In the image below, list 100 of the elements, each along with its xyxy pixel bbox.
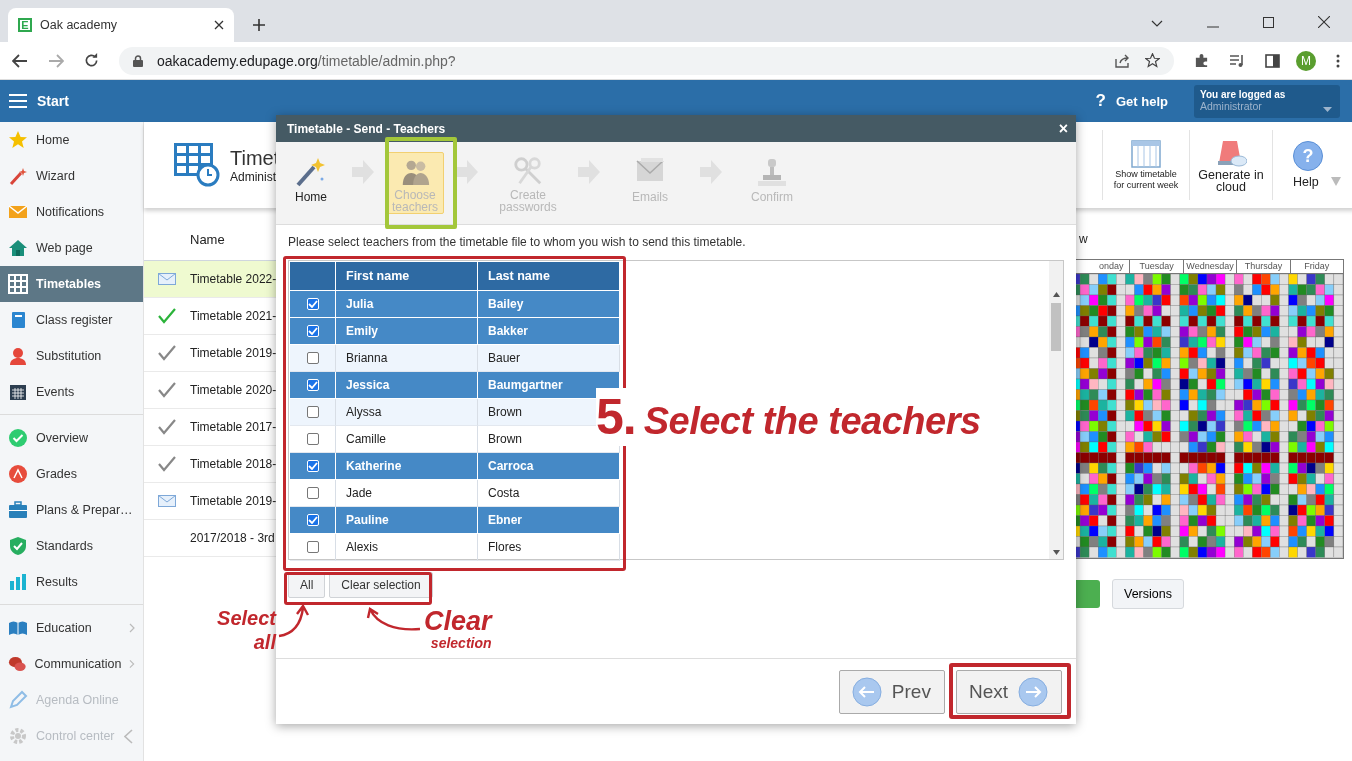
checkbox[interactable]: [306, 433, 319, 445]
toolbar-button[interactable]: Show timetable for current week: [1102, 130, 1189, 200]
table-cell: Bauer: [478, 345, 620, 372]
scroll-up-icon[interactable]: [1052, 292, 1060, 297]
start-label[interactable]: Start: [37, 93, 69, 109]
day-header: Thursday: [1236, 260, 1290, 273]
close-icon[interactable]: [214, 20, 224, 30]
sidebar-item[interactable]: Events: [0, 374, 143, 410]
side-panel-icon[interactable]: [1265, 53, 1280, 68]
help-glyph[interactable]: ?: [1095, 91, 1106, 111]
get-help-link[interactable]: Get help: [1116, 93, 1168, 109]
next-button[interactable]: Next: [955, 669, 1062, 714]
sidebar-item[interactable]: Home: [0, 122, 143, 158]
grades-icon: [8, 464, 28, 484]
timetable-clock-icon: [174, 143, 220, 187]
close-icon[interactable]: [1318, 16, 1330, 28]
browser-tab[interactable]: E Oak academy: [8, 8, 234, 42]
sidebar-item[interactable]: Substitution: [0, 338, 143, 374]
plus-icon[interactable]: [252, 18, 266, 32]
chevron-down-icon[interactable]: [1151, 20, 1163, 28]
tab-title: Oak academy: [40, 18, 119, 32]
sidebar-item[interactable]: Class register: [0, 302, 143, 338]
table-cell: Julia: [336, 291, 478, 318]
table-cell: Jessica: [336, 372, 478, 399]
menu-icon[interactable]: [9, 94, 27, 108]
checkbox[interactable]: [306, 487, 319, 499]
table-cell: Pauline: [336, 507, 478, 534]
callout-text: Select the teachers: [643, 400, 981, 443]
preview-heading: w: [1079, 232, 1089, 246]
check-icon: [158, 382, 176, 398]
sidebar-item[interactable]: Plans & Prepar…: [0, 492, 143, 528]
table-cell: Baumgartner: [478, 372, 620, 399]
share-icon[interactable]: [1115, 53, 1131, 68]
sidebar-item[interactable]: Results: [0, 564, 143, 600]
media-list-icon[interactable]: [1229, 53, 1245, 68]
arrow-right-icon: [456, 160, 478, 184]
sidebar-item[interactable]: Wizard: [0, 158, 143, 194]
star-outline-icon[interactable]: [1145, 53, 1160, 68]
grid-icon: [8, 274, 28, 294]
address-field[interactable]: oakacademy.edupage.org/timetable/admin.php?: [119, 46, 1174, 75]
back-arrow-icon[interactable]: [12, 53, 28, 68]
check-icon: [158, 345, 176, 361]
check-circle-icon: [8, 428, 28, 448]
check-icon: [158, 419, 176, 435]
calendar-grid-icon: [1130, 139, 1162, 170]
table-cell: Bailey: [478, 291, 620, 318]
day-header: Wednesday: [1182, 260, 1237, 273]
user-dropdown[interactable]: You are logged as Administrator: [1194, 84, 1340, 118]
table-cell: Brianna: [336, 345, 478, 372]
sidebar-item[interactable]: Grades: [0, 456, 143, 492]
gear-icon: [8, 726, 28, 746]
column-header: Name: [190, 231, 225, 247]
scrollbar-thumb[interactable]: [1051, 303, 1061, 351]
sidebar-item[interactable]: Education: [0, 610, 143, 646]
toolbar-button[interactable]: Generate in cloud: [1189, 130, 1272, 200]
annotation-text: Select all: [216, 606, 276, 654]
checkbox[interactable]: [306, 541, 319, 553]
scrollbar[interactable]: [1049, 261, 1063, 559]
close-button[interactable]: ×: [1058, 119, 1068, 138]
puzzle-icon[interactable]: [1194, 53, 1209, 68]
calendar-icon: [8, 382, 28, 402]
sidebar-item[interactable]: Web page: [0, 230, 143, 266]
versions-button[interactable]: Versions: [1112, 579, 1184, 609]
arrow-right-circle-icon: [1018, 676, 1048, 707]
annotation-text: selection: [430, 636, 492, 650]
caret-down-icon: [1323, 106, 1332, 112]
sidebar-item[interactable]: Standards: [0, 528, 143, 564]
pen-icon: [8, 690, 28, 710]
scroll-down-icon[interactable]: [1052, 550, 1060, 555]
checkbox[interactable]: [306, 352, 319, 364]
table-cell: Katherine: [336, 453, 478, 480]
sidebar-item[interactable]: Notifications: [0, 194, 143, 230]
instruction-text: Please select teachers from the timetable file to whom you wish to send this timetable.: [288, 235, 747, 249]
column-header: First name: [336, 262, 478, 291]
table-cell: Ebner: [478, 507, 620, 534]
sidebar-item[interactable]: Timetables: [0, 266, 143, 302]
checkbox[interactable]: [306, 406, 319, 418]
login-caption: You are logged as: [1200, 88, 1287, 100]
sidebar-item[interactable]: Communication: [0, 646, 143, 682]
sidebar-item[interactable]: Overview: [0, 420, 143, 456]
briefcase-icon: [8, 500, 28, 520]
caret-down-icon: [1331, 177, 1341, 186]
wizard-step[interactable]: Home: [282, 152, 340, 214]
maximize-icon[interactable]: [1263, 17, 1274, 28]
table-cell: Emily: [336, 318, 478, 345]
house-icon: [8, 238, 28, 258]
table-cell: Flores: [478, 534, 620, 561]
envelope-icon: [158, 273, 176, 285]
reload-icon[interactable]: [84, 53, 99, 68]
toolbar-button[interactable]: ? Help: [1272, 130, 1352, 200]
day-header: Friday: [1289, 260, 1344, 273]
wand-icon: [8, 166, 28, 186]
check-icon: [158, 456, 176, 472]
prev-button[interactable]: Prev: [838, 669, 945, 714]
arrow-left-circle-icon: [851, 676, 882, 707]
user-name: Administrator: [1200, 99, 1262, 112]
table-cell: Bakker: [478, 318, 620, 345]
favicon-icon: E: [18, 18, 32, 32]
annotation-text: Clear: [424, 606, 492, 636]
kebab-menu-icon[interactable]: [1336, 53, 1340, 68]
